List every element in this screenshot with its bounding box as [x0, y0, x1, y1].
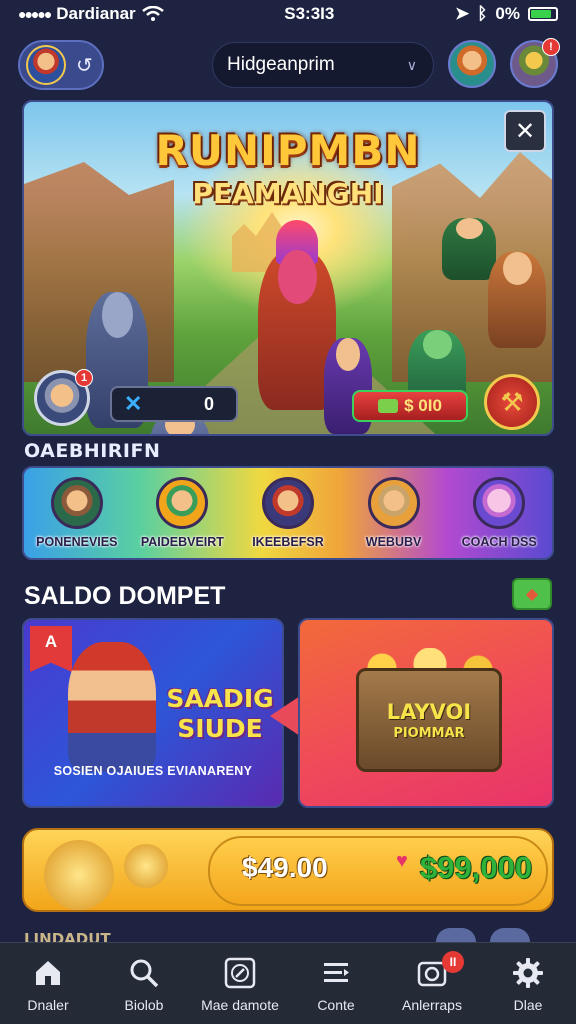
promo-right-subline: PIOMMAR: [393, 726, 465, 741]
promo-flag: A: [30, 626, 72, 672]
signal-icon: ●●●●●: [18, 6, 52, 22]
category-label: WEBUBV: [365, 535, 422, 549]
character-icon: [50, 477, 103, 529]
coin-icon: [124, 844, 168, 888]
bluetooth-icon: ᛒ: [477, 4, 488, 23]
heart-gem-icon: ♥: [396, 850, 408, 872]
profile-button[interactable]: ↺: [18, 40, 104, 90]
nav-label: Anlerraps: [402, 997, 462, 1013]
promo-right-headline: LAYVOI: [386, 700, 472, 724]
nav-label: Conte: [317, 997, 355, 1013]
category-label: PAIDEBVEIRT: [140, 535, 224, 549]
cash-icon: [378, 399, 399, 413]
coin-icon: [44, 840, 114, 910]
promo-left-caption: SOSIEN OJAIUES EVIANARENY: [53, 764, 253, 778]
hammer-icon: ⚒: [500, 386, 524, 417]
battle-counter-value: 0: [203, 393, 214, 414]
nav-item-menu[interactable]: Conte: [288, 957, 384, 1013]
hero-avatar[interactable]: 1: [34, 369, 93, 426]
search-icon: [128, 957, 160, 989]
category-label: IKEEBEFSR: [252, 535, 324, 549]
cowboy-character: [68, 642, 156, 772]
category-item[interactable]: PAIDEBVEIRT: [130, 477, 234, 549]
dwarf-character: [488, 252, 546, 348]
warrior-icon: [261, 477, 314, 529]
hammer-button[interactable]: ⚒: [484, 374, 540, 430]
category-item[interactable]: COACH DSS: [447, 477, 551, 549]
promo-card-left[interactable]: A SAADIG SIUDE SOSIEN OJAIUES EVIANARENY: [22, 618, 284, 808]
category-label: PONENEVIES: [36, 535, 118, 549]
nav-item-explore[interactable]: Mae damote: [192, 957, 288, 1013]
menu-icon: [320, 957, 352, 989]
nav-item-apps[interactable]: II Anlerraps: [384, 951, 480, 1013]
clock: S3:3I3: [284, 4, 335, 23]
glove-icon: [473, 477, 526, 529]
hero-title-line1: RUNIPMBN: [155, 126, 421, 175]
search-value: Hidgeanprim: [227, 54, 335, 75]
nav-item-search[interactable]: Biolob: [96, 957, 192, 1013]
elf-icon: [156, 477, 209, 529]
next-section-avatar: [490, 928, 530, 942]
player-avatar: [26, 45, 66, 85]
status-bar: ●●●●● Dardianar S3:3I3 ➤ ᛒ 0%: [0, 0, 576, 28]
category-label: COACH DSS: [461, 535, 537, 549]
category-item[interactable]: PONENEVIES: [25, 477, 129, 549]
chevron-down-icon: ∨: [406, 56, 417, 73]
compass-icon: [224, 957, 256, 989]
promo-left-line1: SAADIG: [166, 684, 274, 713]
bottom-navigation: Dnaler Biolob Mae damote Conte II Anlerr…: [0, 942, 576, 1024]
balance-amount-left: $49.00: [242, 852, 328, 883]
home-icon: [32, 957, 64, 989]
notification-avatar[interactable]: !: [510, 38, 560, 88]
avatar-badge: 1: [75, 369, 93, 387]
location-icon: ➤: [454, 4, 470, 23]
cash-counter-value: $ 0I0: [404, 396, 442, 415]
gem-icon: ◆: [525, 586, 539, 603]
friend-avatar[interactable]: [448, 40, 496, 88]
close-button[interactable]: ✕: [504, 110, 546, 152]
balance-bar[interactable]: $49.00 ♥ $99,000: [22, 828, 554, 912]
battery-icon: [528, 7, 558, 21]
gear-icon: [512, 957, 544, 989]
notification-badge: !: [542, 38, 560, 56]
promo-card-right[interactable]: LAYVOI PIOMMAR: [298, 618, 554, 808]
promo-right-text: LAYVOI PIOMMAR: [370, 700, 488, 741]
nav-item-home[interactable]: Dnaler: [0, 957, 96, 1013]
hero-title-line2: PEAMANGHI: [192, 177, 384, 210]
promo-left-headline: SAADIG SIUDE: [160, 684, 280, 744]
category-strip: PONENEVIES PAIDEBVEIRT IKEEBEFSR WEBUBV …: [22, 466, 554, 560]
hunter-character: [442, 218, 496, 280]
crossed-swords-icon: ✕: [124, 391, 143, 416]
balance-amount-right: $99,000: [420, 850, 533, 885]
top-bar: ↺ Hidgeanprim ∨ !: [0, 36, 576, 96]
nav-label: Dlae: [513, 997, 543, 1013]
wallet-badge-button[interactable]: ◆: [512, 578, 552, 610]
search-dropdown[interactable]: Hidgeanprim ∨: [212, 42, 434, 88]
promo-left-line2: SIUDE: [177, 714, 263, 743]
wifi-icon: [141, 6, 164, 21]
refresh-icon: ↺: [76, 54, 93, 77]
cash-counter[interactable]: $ 0I0: [352, 390, 468, 422]
category-item[interactable]: IKEEBEFSR: [236, 477, 340, 549]
nav-label: Biolob: [124, 997, 164, 1013]
nav-label: Dnaler: [27, 997, 69, 1013]
carrier-name: Dardianar: [56, 4, 136, 23]
dwarf-icon: [367, 477, 420, 529]
next-section-avatar: [436, 928, 476, 942]
saldo-heading: SALDO DOMPET: [24, 582, 226, 610]
hero-title: RUNIPMBN PEAMANGHI: [24, 126, 552, 210]
categories-heading: OAEBHIRIFN: [24, 440, 161, 462]
nav-item-settings[interactable]: Dlae: [480, 957, 576, 1013]
category-item[interactable]: WEBUBV: [342, 477, 446, 549]
hero-banner[interactable]: RUNIPMBN PEAMANGHI ✕ 1 ✕ 0 $ 0I0 ⚒: [22, 100, 554, 436]
battle-counter[interactable]: ✕ 0: [110, 386, 238, 422]
battery-percent: 0%: [495, 4, 520, 23]
nav-badge: II: [442, 951, 464, 973]
nav-label: Mae damote: [201, 997, 279, 1013]
